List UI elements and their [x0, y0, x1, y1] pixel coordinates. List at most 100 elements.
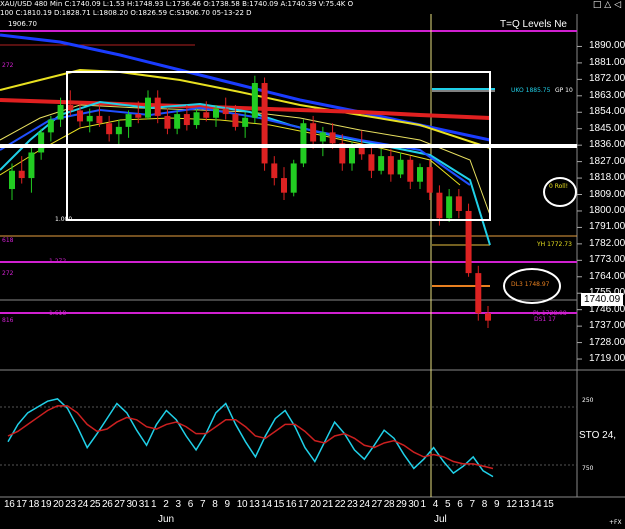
- time-axis-label: 22: [334, 499, 346, 510]
- price-axis-label: 1890.00: [589, 40, 625, 52]
- time-axis-label: 4: [432, 499, 439, 510]
- time-axis-label: 27: [114, 499, 125, 510]
- chart-window: XAU/USD 480 Min C:1740.09 L:1.53 H:1748.…: [0, 0, 625, 529]
- time-axis-label: 20: [53, 499, 64, 510]
- price-axis-label: 1773.00: [589, 254, 625, 266]
- candle-body: [397, 159, 404, 175]
- time-axis-label: 1: [151, 499, 157, 510]
- time-axis-label: 24: [77, 499, 89, 510]
- time-axis-label: 1: [420, 499, 427, 510]
- candle-body: [77, 110, 83, 122]
- time-axis-label: 29: [396, 499, 407, 510]
- candle-body: [125, 114, 132, 127]
- candle-body: [261, 83, 268, 164]
- price-axis-label: 1872.00: [589, 73, 625, 85]
- time-axis-label: 8: [212, 499, 218, 510]
- time-axis-label: 3: [175, 499, 182, 510]
- candle-body: [271, 163, 278, 179]
- time-axis-label: 21: [322, 499, 334, 510]
- time-axis-label: 30: [408, 499, 419, 510]
- time-axis-label: 12: [506, 499, 517, 510]
- price-axis-label: 1728.00: [589, 336, 625, 348]
- time-axis-label: 6: [187, 499, 194, 510]
- candle-body: [193, 112, 200, 126]
- window-control-icons[interactable]: □ △ ◁: [593, 0, 621, 10]
- candle-body: [485, 313, 491, 321]
- candle-body: [115, 126, 122, 135]
- price-axis-label: 1782.00: [589, 237, 625, 249]
- time-axis-label: 15: [543, 499, 554, 510]
- price-axis-label: 1764.00: [589, 270, 625, 282]
- time-axis-label: 19: [40, 499, 52, 510]
- candle-body: [378, 156, 385, 171]
- price-axis-label: 1845.00: [589, 122, 625, 134]
- osc-level-low: 750: [582, 465, 594, 472]
- time-axis-label: 31: [138, 499, 150, 510]
- time-axis-label: 6: [457, 499, 463, 510]
- time-axis-label: 13: [249, 499, 260, 510]
- candle-body: [164, 115, 171, 129]
- candle-body: [183, 114, 190, 126]
- oscillator-label: STO 24,: [579, 430, 617, 441]
- right-level-label: PL 1728.08: [533, 310, 567, 317]
- circle-label: 0 Roll!: [549, 183, 569, 190]
- time-axis-label: 16: [285, 499, 297, 510]
- candle-body: [57, 104, 64, 120]
- time-axis-label: 10: [236, 499, 248, 510]
- time-axis-label: 16: [4, 499, 15, 510]
- moving-averages: [0, 33, 491, 246]
- candle-body: [213, 108, 219, 118]
- candle-body: [407, 159, 414, 182]
- level-816-label: 816: [2, 317, 14, 324]
- candle-body: [242, 117, 249, 127]
- fx-corner-mark: +FX: [609, 519, 622, 526]
- low-label: DS1 17: [534, 316, 556, 323]
- candle-body: [426, 167, 433, 193]
- candle-body: [300, 123, 307, 164]
- price-chart[interactable]: [0, 0, 625, 529]
- current-price-badge: 1740.09: [581, 293, 624, 306]
- candle-body: [106, 123, 113, 135]
- price-axis-label: 1863.00: [589, 89, 625, 101]
- candle-body: [67, 104, 74, 111]
- candle-body: [475, 273, 482, 314]
- candle-body: [28, 152, 35, 179]
- price-axis-label: 1827.00: [589, 155, 625, 167]
- time-axis-label: 7: [200, 499, 206, 510]
- level-1885-label: UKO 1885.75: [511, 87, 551, 94]
- time-axis-label: 17: [16, 499, 27, 510]
- time-axis-label: 14: [261, 499, 272, 510]
- level-272-label: 272: [2, 62, 14, 69]
- candle-body: [222, 108, 229, 115]
- month-label-jun: Jun: [158, 514, 175, 525]
- candle-body: [290, 163, 297, 193]
- price-axis-label: 1791.00: [589, 221, 625, 233]
- time-axis-label: 28: [383, 499, 395, 510]
- top-price-tag: 1906.70: [8, 20, 37, 28]
- time-axis-label: 26: [102, 499, 113, 510]
- time-axis-label: 20: [310, 499, 321, 510]
- candle-body: [232, 114, 239, 127]
- gp-label: GP 10: [555, 87, 573, 94]
- time-axis-label: 5: [445, 499, 451, 510]
- candle-body: [145, 97, 151, 118]
- price-axis-label: 1881.00: [589, 56, 625, 68]
- time-axis-label: 27: [371, 499, 383, 510]
- time-axis-label: 18: [28, 499, 40, 510]
- month-label-jul: Jul: [434, 514, 447, 525]
- candle-body: [9, 170, 15, 190]
- candle-body: [436, 192, 443, 219]
- candle-body: [358, 146, 365, 155]
- candle-body: [417, 167, 423, 182]
- candle-body: [86, 115, 93, 122]
- candle-body: [47, 119, 54, 133]
- osc-signal-line: [7, 405, 494, 470]
- price-axis-label: 1737.00: [589, 320, 625, 332]
- candle-body: [251, 83, 258, 118]
- time-axis-label: 23: [347, 499, 358, 510]
- osc-level-high: 250: [582, 397, 594, 404]
- candle-body: [329, 132, 336, 144]
- time-axis-label: 14: [530, 499, 542, 510]
- candle-body: [281, 178, 287, 193]
- price-axis-label: 1854.00: [589, 106, 625, 118]
